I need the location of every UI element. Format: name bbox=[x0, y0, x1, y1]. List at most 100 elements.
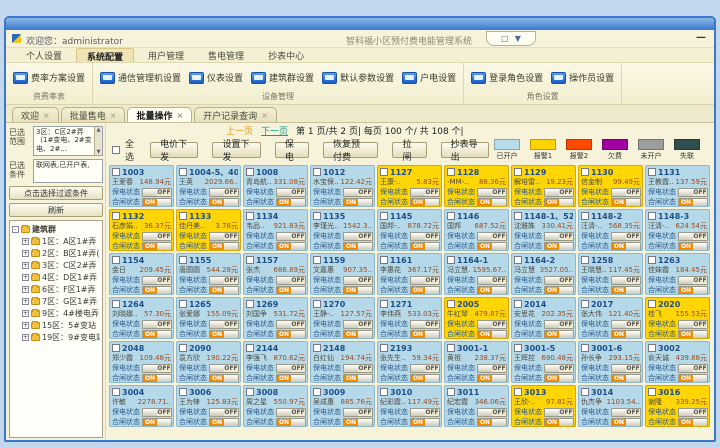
power-protect-toggle[interactable]: OFF bbox=[477, 276, 507, 285]
switch-toggle[interactable]: ON bbox=[678, 330, 708, 339]
minimize-button[interactable]: — bbox=[696, 32, 706, 43]
room-card[interactable]: 1134韦品..921.83元保电状态OFF合闸状态ON bbox=[243, 209, 308, 251]
room-card[interactable]: 2090袁方欣190.22元保电状态OFF合闸状态ON bbox=[176, 341, 241, 383]
room-checkbox[interactable] bbox=[514, 168, 522, 176]
switch-toggle[interactable]: ON bbox=[343, 286, 373, 295]
room-card[interactable]: 2193张先生..59.34元保电状态OFF合闸状态ON bbox=[377, 341, 442, 383]
room-card[interactable]: 3011纪宏霞346.06元保电状态OFF合闸状态ON bbox=[444, 385, 509, 427]
power-protect-toggle[interactable]: OFF bbox=[142, 364, 172, 373]
switch-toggle[interactable]: ON bbox=[544, 418, 574, 427]
room-checkbox[interactable] bbox=[514, 300, 522, 308]
switch-toggle[interactable]: ON bbox=[477, 286, 507, 295]
refresh-button[interactable]: 刷新 bbox=[9, 203, 103, 217]
room-checkbox[interactable] bbox=[380, 168, 388, 176]
room-checkbox[interactable] bbox=[112, 256, 120, 264]
menu-item-抄表中心[interactable]: 抄表中心 bbox=[258, 48, 314, 62]
expand-icon[interactable]: + bbox=[22, 238, 29, 245]
scroll-up-icon[interactable]: ▲ bbox=[97, 127, 101, 133]
ribbon-toggle-pill[interactable]: □ ▼ bbox=[486, 31, 536, 46]
tree-node[interactable]: +3区：C区2#弄（1#... bbox=[12, 259, 100, 271]
room-checkbox[interactable] bbox=[648, 388, 656, 396]
room-checkbox[interactable] bbox=[447, 212, 455, 220]
power-protect-toggle[interactable]: OFF bbox=[544, 408, 574, 417]
power-protect-toggle[interactable]: OFF bbox=[142, 320, 172, 329]
power-protect-toggle[interactable]: OFF bbox=[544, 320, 574, 329]
ribbon-button[interactable]: 登录角色设置 bbox=[468, 69, 546, 86]
power-protect-toggle[interactable]: OFF bbox=[544, 188, 574, 197]
room-checkbox[interactable] bbox=[246, 256, 254, 264]
room-checkbox[interactable] bbox=[246, 344, 254, 352]
menu-item-用户管理[interactable]: 用户管理 bbox=[138, 48, 194, 62]
room-card[interactable]: 2148白红仙194.74元保电状态OFF合闸状态ON bbox=[310, 341, 375, 383]
power-protect-toggle[interactable]: OFF bbox=[142, 408, 172, 417]
power-protect-toggle[interactable]: OFF bbox=[343, 364, 373, 373]
power-protect-toggle[interactable]: OFF bbox=[142, 232, 172, 241]
tab-批量售电[interactable]: 批量售电× bbox=[61, 107, 126, 122]
power-protect-toggle[interactable]: OFF bbox=[477, 188, 507, 197]
switch-toggle[interactable]: ON bbox=[544, 242, 574, 251]
room-card[interactable]: 1161李惠花367.17元保电状态OFF合闸状态ON bbox=[377, 253, 442, 295]
power-protect-toggle[interactable]: OFF bbox=[410, 408, 440, 417]
room-checkbox[interactable] bbox=[313, 256, 321, 264]
room-card[interactable]: 1131王教霞..137.59元保电状态OFF合闸状态ON bbox=[645, 165, 710, 207]
switch-toggle[interactable]: ON bbox=[343, 374, 373, 383]
power-protect-toggle[interactable]: OFF bbox=[276, 188, 306, 197]
room-card[interactable]: 2014安思花202.35元保电状态OFF合闸状态ON bbox=[511, 297, 576, 339]
room-checkbox[interactable] bbox=[581, 388, 589, 396]
room-card[interactable]: 1133佳丹美..3.78元保电状态OFF合闸状态ON bbox=[176, 209, 241, 251]
switch-toggle[interactable]: ON bbox=[611, 198, 641, 207]
switch-toggle[interactable]: ON bbox=[209, 418, 239, 427]
room-checkbox[interactable] bbox=[581, 212, 589, 220]
room-card[interactable]: 1128-MM-..88.36元保电状态OFF合闸状态ON bbox=[444, 165, 509, 207]
power-protect-toggle[interactable]: OFF bbox=[276, 276, 306, 285]
room-checkbox[interactable] bbox=[514, 212, 522, 220]
scroll-down-icon[interactable]: ▼ bbox=[97, 149, 101, 155]
power-protect-toggle[interactable]: OFF bbox=[611, 276, 641, 285]
room-checkbox[interactable] bbox=[179, 212, 187, 220]
switch-toggle[interactable]: ON bbox=[611, 286, 641, 295]
room-checkbox[interactable] bbox=[447, 388, 455, 396]
power-protect-toggle[interactable]: OFF bbox=[678, 188, 708, 197]
room-checkbox[interactable] bbox=[112, 388, 120, 396]
room-checkbox[interactable] bbox=[246, 388, 254, 396]
power-protect-toggle[interactable]: OFF bbox=[276, 408, 306, 417]
power-protect-toggle[interactable]: OFF bbox=[544, 276, 574, 285]
room-card[interactable]: 1129解培雷..19.23元保电状态OFF合闸状态ON bbox=[511, 165, 576, 207]
power-protect-toggle[interactable]: OFF bbox=[209, 408, 239, 417]
power-protect-toggle[interactable]: OFF bbox=[343, 188, 373, 197]
switch-toggle[interactable]: ON bbox=[410, 330, 440, 339]
power-protect-toggle[interactable]: OFF bbox=[276, 232, 306, 241]
switch-toggle[interactable]: ON bbox=[410, 418, 440, 427]
ribbon-button[interactable]: 默认参数设置 bbox=[319, 69, 397, 86]
room-card[interactable]: 1008青岛航..331.08元保电状态OFF合闸状态ON bbox=[243, 165, 308, 207]
room-card[interactable]: 2017张大伟121.40元保电状态OFF合闸状态ON bbox=[578, 297, 643, 339]
room-checkbox[interactable] bbox=[447, 300, 455, 308]
close-icon[interactable]: × bbox=[261, 111, 268, 120]
room-checkbox[interactable] bbox=[179, 388, 187, 396]
power-protect-toggle[interactable]: OFF bbox=[611, 364, 641, 373]
switch-toggle[interactable]: ON bbox=[276, 418, 306, 427]
next-page-link[interactable]: 下一页 bbox=[261, 124, 288, 137]
power-protect-toggle[interactable]: OFF bbox=[343, 276, 373, 285]
switch-toggle[interactable]: ON bbox=[209, 242, 239, 251]
room-card[interactable]: 1269刘国争531.72元保电状态OFF合闸状态ON bbox=[243, 297, 308, 339]
expand-icon[interactable]: + bbox=[22, 286, 29, 293]
room-checkbox[interactable] bbox=[514, 388, 522, 396]
switch-toggle[interactable]: ON bbox=[611, 374, 641, 383]
power-protect-toggle[interactable]: OFF bbox=[544, 232, 574, 241]
power-protect-toggle[interactable]: OFF bbox=[544, 364, 574, 373]
room-card[interactable]: 3016谢隆339.25元保电状态OFF合闸状态ON bbox=[645, 385, 710, 427]
switch-toggle[interactable]: ON bbox=[276, 374, 306, 383]
switch-toggle[interactable]: ON bbox=[678, 418, 708, 427]
close-icon[interactable]: × bbox=[176, 111, 183, 120]
room-checkbox[interactable] bbox=[380, 300, 388, 308]
switch-toggle[interactable]: ON bbox=[611, 418, 641, 427]
switch-toggle[interactable]: ON bbox=[678, 198, 708, 207]
switch-toggle[interactable]: ON bbox=[410, 198, 440, 207]
ribbon-button[interactable]: 通信管理机设置 bbox=[97, 69, 184, 86]
room-card[interactable]: 1164-1冯立慧..1595.67..保电状态OFF合闸状态ON bbox=[444, 253, 509, 295]
room-checkbox[interactable] bbox=[447, 168, 455, 176]
room-checkbox[interactable] bbox=[648, 212, 656, 220]
switch-toggle[interactable]: ON bbox=[343, 198, 373, 207]
room-card[interactable]: 1157张杰686.89元保电状态OFF合闸状态ON bbox=[243, 253, 308, 295]
